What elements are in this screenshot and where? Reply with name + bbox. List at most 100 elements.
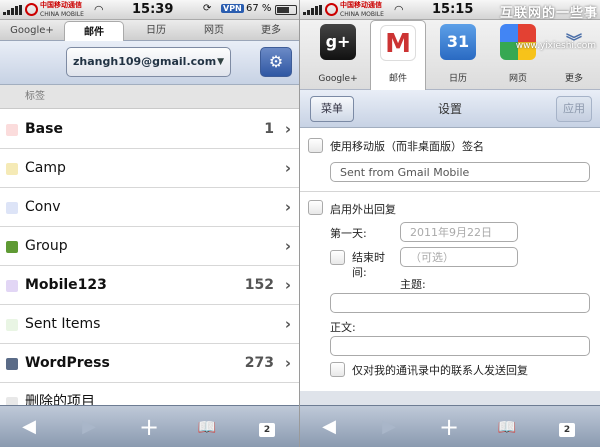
plus-icon: + [138, 413, 160, 441]
app-web[interactable]: 网页 [490, 20, 546, 90]
tab-calendar[interactable]: 日历 [130, 20, 182, 41]
account-bar: zhangh109@gmail.com ▼ ⚙ [0, 41, 300, 85]
carrier-cn: 中国移动通信 [40, 1, 82, 9]
menu-back-button[interactable]: 菜单 [310, 96, 354, 122]
end-time-checkbox[interactable] [330, 250, 345, 265]
mobile-signature-checkbox[interactable] [308, 138, 323, 153]
settings-button[interactable]: ⚙ [260, 47, 292, 77]
end-time-label-2: 间: [352, 266, 367, 279]
label-color-swatch [6, 241, 18, 253]
status-time: 15:15 [432, 2, 474, 17]
page-footer-band [300, 391, 600, 405]
app-label: Google+ [318, 74, 358, 84]
list-item[interactable]: Camp › [0, 149, 300, 188]
forward-arrow-icon: ▶ [82, 416, 96, 437]
back-arrow-icon: ◀ [322, 416, 336, 437]
app-mail[interactable]: M 邮件 [370, 20, 426, 90]
list-item[interactable]: Sent Items › [0, 305, 300, 344]
label-color-swatch [6, 319, 18, 331]
list-item[interactable]: Group › [0, 227, 300, 266]
chevron-right-icon: › [284, 159, 291, 177]
back-button[interactable]: ◀ [314, 414, 344, 440]
status-time: 15:39 [132, 2, 174, 17]
pages-icon: 2 [259, 423, 275, 437]
settings-navbar: 设置 菜单 应用 [300, 90, 600, 128]
pages-button[interactable]: 2 [252, 414, 282, 440]
carrier-logo-icon [25, 3, 38, 16]
add-bookmark-button[interactable]: + [434, 414, 464, 440]
label-name: Sent Items [25, 316, 101, 332]
labels-list: Base 1 › Camp › Conv › Group › Mobile123… [0, 110, 300, 422]
label-color-swatch [6, 358, 18, 370]
back-button[interactable]: ◀ [14, 414, 44, 440]
signature-field[interactable]: Sent from Gmail Mobile [330, 162, 590, 182]
forward-button[interactable]: ▶ [374, 414, 404, 440]
watermark: 互联网的一些事 [499, 6, 598, 21]
label-name: Base [25, 121, 63, 137]
tab-more[interactable]: 更多 [246, 20, 296, 41]
end-time-label: 结束时 [352, 251, 385, 264]
account-selector[interactable]: zhangh109@gmail.com ▼ [66, 47, 231, 77]
vacation-responder-label: 启用外出回复 [330, 203, 396, 216]
subject-label: 主题: [400, 278, 426, 291]
app-label: 邮件 [388, 74, 407, 84]
carrier-name: 中国移动通信 CHINA MOBILE [40, 1, 84, 19]
list-item[interactable]: WordPress 273 › [0, 344, 300, 383]
wifi-icon: ◠ [394, 3, 404, 16]
chevron-right-icon: › [284, 354, 291, 372]
chevron-right-icon: › [284, 237, 291, 255]
first-day-field[interactable]: 2011年9月22日 [400, 222, 518, 242]
body-field[interactable] [330, 336, 590, 356]
chevron-down-icon: ▼ [217, 57, 224, 67]
chevron-right-icon: › [284, 120, 291, 138]
signal-icon [303, 5, 323, 15]
apply-button[interactable]: 应用 [556, 96, 592, 122]
chevron-right-icon: › [284, 315, 291, 333]
status-bar: 中国移动通信 CHINA MOBILE ◠ 15:39 ⟳ VPN 67 % [0, 0, 300, 20]
app-calendar[interactable]: 31 日历 [430, 20, 486, 90]
tab-mail[interactable]: 邮件 [64, 21, 124, 42]
app-label: 更多 [564, 74, 583, 84]
add-bookmark-button[interactable]: + [134, 414, 164, 440]
list-item[interactable]: Base 1 › [0, 110, 300, 149]
pages-icon: 2 [559, 423, 575, 437]
plus-icon: + [438, 413, 460, 441]
settings-form: 使用移动版（而非桌面版）签名 Sent from Gmail Mobile 启用… [300, 128, 600, 405]
label-color-swatch [6, 124, 18, 136]
bookmarks-button[interactable]: 📖 [492, 414, 522, 440]
carrier-cn: 中国移动通信 [340, 1, 382, 9]
label-name: Mobile123 [25, 277, 107, 293]
gmail-icon: M [380, 25, 416, 61]
rotation-lock-icon: ⟳ [203, 3, 212, 14]
label-name: Camp [25, 160, 66, 176]
back-arrow-icon: ◀ [22, 416, 36, 437]
wifi-icon: ◠ [94, 3, 104, 16]
list-item[interactable]: Conv › [0, 188, 300, 227]
unread-count: 152 [244, 277, 274, 293]
bookmarks-button[interactable]: 📖 [192, 414, 222, 440]
label-color-swatch [6, 202, 18, 214]
app-google-plus[interactable]: g+ Google+ [310, 20, 366, 90]
tab-google-plus[interactable]: Google+ [6, 20, 58, 41]
status-bar: 中国移动通信 CHINA MOBILE ◠ 15:15 互联网的一些事 [300, 0, 600, 21]
forward-arrow-icon: ▶ [382, 416, 396, 437]
subject-field[interactable] [330, 293, 590, 313]
browser-toolbar: ◀ ▶ + 📖 2 [0, 405, 300, 447]
battery-percent: 67 % [246, 3, 272, 14]
browser-toolbar: ◀ ▶ + 📖 2 [300, 405, 600, 447]
end-time-field[interactable]: （可选） [400, 247, 518, 267]
tab-web[interactable]: 网页 [188, 20, 240, 41]
labels-header: 标签 [0, 85, 300, 109]
chevron-right-icon: › [284, 198, 291, 216]
vpn-badge: VPN [221, 4, 244, 13]
list-item[interactable]: Mobile123 152 › [0, 266, 300, 305]
pages-button[interactable]: 2 [552, 414, 582, 440]
app-label: 日历 [448, 74, 467, 84]
app-more[interactable]: ︾ 更多 [552, 20, 596, 90]
book-icon: 📖 [497, 418, 517, 436]
forward-button[interactable]: ▶ [74, 414, 104, 440]
contacts-only-checkbox[interactable] [330, 362, 345, 377]
carrier-en: CHINA MOBILE [40, 11, 84, 18]
carrier-logo-icon [325, 3, 338, 16]
vacation-responder-checkbox[interactable] [308, 200, 323, 215]
